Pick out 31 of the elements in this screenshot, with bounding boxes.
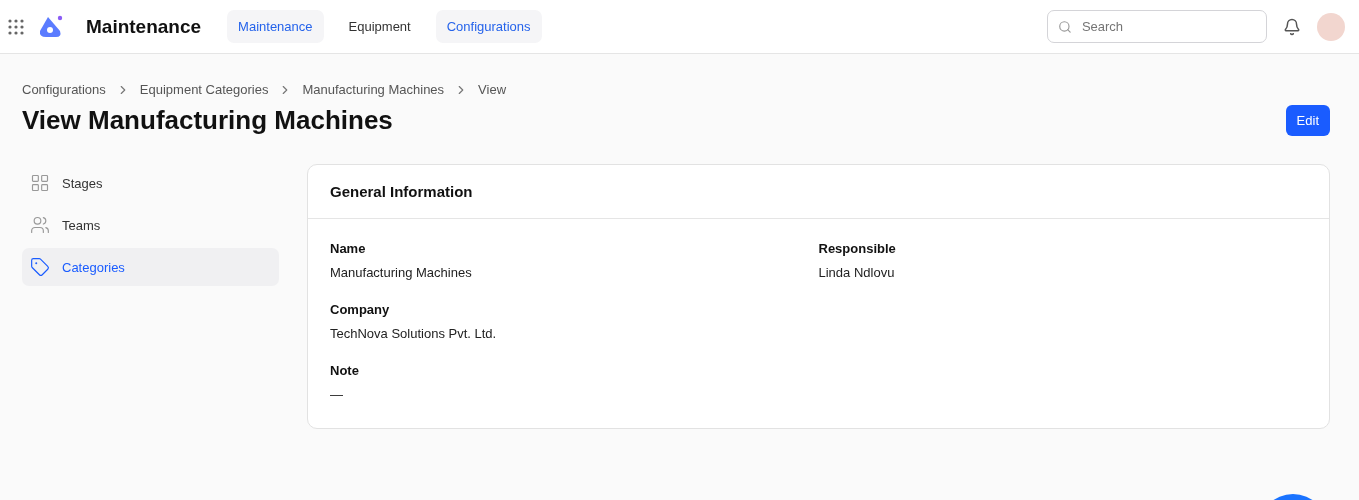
logo-icon [38, 14, 64, 39]
apps-grid-icon[interactable] [8, 18, 24, 35]
search-icon [1058, 18, 1072, 35]
people-icon [30, 215, 50, 235]
page-title: View Manufacturing Machines [22, 105, 393, 136]
card-title: General Information [308, 165, 1329, 219]
breadcrumb-link[interactable]: Manufacturing Machines [302, 82, 445, 97]
field-value: — [330, 387, 344, 402]
search-box[interactable]: Search [1047, 10, 1267, 43]
sidebar-item[interactable]: Teams [22, 206, 279, 244]
sidebar-item[interactable]: Categories [22, 248, 279, 286]
field-value: Linda Ndlovu [818, 265, 896, 280]
tag-icon [30, 257, 50, 277]
field-label: Note [330, 363, 360, 378]
breadcrumb-link[interactable]: Configurations [22, 82, 106, 97]
search-field[interactable]: Search [1079, 18, 1256, 35]
app-title: Maintenance [86, 15, 202, 38]
field-label: Name [330, 241, 367, 256]
nav-tab[interactable]: Maintenance [227, 10, 324, 43]
field-label: Responsible [818, 241, 897, 256]
grid-icon [30, 173, 50, 193]
field-label: Company [330, 302, 391, 317]
breadcrumb-link[interactable]: View [478, 82, 507, 97]
edit-button[interactable]: Edit [1285, 105, 1330, 136]
breadcrumb-link[interactable]: Equipment Categories [139, 82, 269, 97]
field-value: TechNova Solutions Pvt. Ltd. [330, 326, 498, 341]
nav-tab[interactable]: Configurations [435, 10, 542, 43]
nav-tab[interactable]: Equipment [337, 10, 422, 43]
field-value: Manufacturing Machines [330, 265, 473, 280]
sidebar-item[interactable]: Stages [22, 164, 279, 202]
notification-bell-icon[interactable] [1283, 17, 1301, 36]
